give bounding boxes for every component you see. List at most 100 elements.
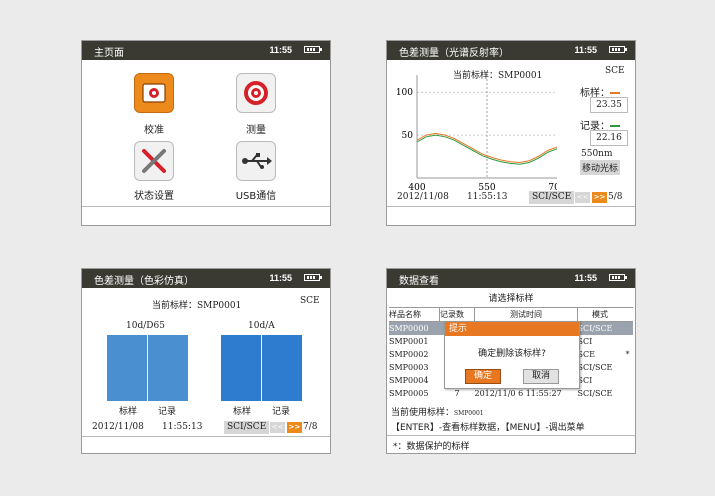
status-bar — [387, 206, 635, 225]
footnote: *：数据保护的标样 — [393, 442, 470, 452]
menu-label-settings: 状态设置 — [134, 191, 174, 202]
row-name: SMP0005 — [389, 389, 429, 398]
column-header: 测试时间 — [474, 307, 578, 322]
next-page-button[interactable]: >> — [287, 422, 302, 433]
usb-button[interactable] — [236, 141, 276, 181]
column-header: 样品名称 — [389, 307, 440, 322]
mode-label: SCE — [605, 66, 625, 76]
illuminant-label-2: 10d/A — [248, 321, 275, 331]
select-prompt: 请选择标样 — [488, 294, 534, 304]
column-header: 记录数 — [439, 307, 475, 322]
sci-sce-toggle[interactable]: SCI/SCE — [224, 421, 270, 434]
tools-icon — [142, 149, 166, 173]
usb-icon — [242, 153, 272, 169]
measure-button[interactable] — [236, 73, 276, 113]
title-bar: 色差测量（色彩仿真） 11:55 — [82, 269, 330, 288]
cancel-button[interactable]: 取消 — [523, 369, 559, 384]
delete-confirm-dialog: 提示 确定删除该标样? 确定 取消 — [444, 321, 580, 389]
current-standard-line: 当前使用标样：SMP0001 — [391, 405, 484, 418]
record-color-swatch-1 — [148, 335, 188, 401]
clock-time: 11:55 — [574, 45, 597, 55]
record-caption-2: 记录 — [272, 407, 291, 417]
row-flag: * — [625, 350, 630, 359]
title-bar: 主页面 11:55 — [82, 41, 330, 60]
flag-header — [622, 308, 633, 322]
screen-title: 数据查看 — [399, 276, 439, 287]
move-cursor-button[interactable]: 移动光标 — [580, 160, 621, 175]
y-tick-label: 50 — [402, 131, 414, 141]
row-name: SMP0001 — [389, 337, 429, 346]
current-standard-label: 当前使用标样： — [391, 408, 455, 418]
status-bar: *：数据保护的标样 — [387, 435, 635, 453]
status-bar — [82, 436, 330, 453]
simulation-screen: 色差测量（色彩仿真） 11:55 当前标样：SMP0001 SCE 10d/D6… — [81, 268, 331, 454]
row-flag — [622, 322, 633, 336]
menu-label-usb: USB通信 — [235, 191, 277, 202]
row-mode: SCI/SCE — [577, 324, 613, 333]
prev-page-button[interactable]: << — [270, 422, 285, 433]
standard-color-swatch-2 — [221, 335, 261, 401]
calibrate-button[interactable] — [134, 73, 174, 113]
battery-icon — [304, 46, 322, 53]
record-legend-line — [610, 125, 620, 127]
y-tick-label: 100 — [396, 88, 413, 98]
date: 2012/11/08 — [92, 422, 144, 432]
prev-page-button[interactable]: << — [575, 192, 590, 203]
screen-title: 色差测量（色彩仿真） — [94, 276, 194, 287]
clock-time: 11:55 — [574, 273, 597, 283]
wavelength-readout: 550nm — [581, 149, 613, 159]
settings-button[interactable] — [134, 141, 174, 181]
reflectance-chart: 10050400550700 — [396, 75, 557, 193]
standard-value: 23.35 — [590, 97, 628, 113]
measure-target-icon — [244, 81, 268, 105]
sci-sce-toggle[interactable]: SCI/SCE — [529, 191, 575, 204]
standard-caption-2: 标样 — [233, 407, 252, 417]
calibrate-icon — [142, 83, 166, 103]
mode-label: SCE — [300, 296, 320, 306]
row-mode: SCE — [577, 350, 595, 359]
row-flag — [622, 335, 633, 348]
row-name: SMP0000 — [389, 324, 429, 333]
page-indicator: 5/8 — [608, 192, 623, 202]
row-name: SMP0002 — [389, 350, 429, 359]
data-view-screen: 数据查看 11:55 请选择标样 样品名称 记录数 测试时间 模式 SMP000… — [386, 268, 636, 454]
current-standard-value: SMP0001 — [454, 410, 484, 417]
current-standard: 当前标样：SMP0001 — [152, 301, 242, 311]
clock: 11:55:13 — [162, 422, 203, 432]
battery-icon — [304, 274, 322, 281]
clock-time: 11:55 — [269, 45, 292, 55]
dialog-message: 确定删除该标样? — [478, 349, 546, 359]
row-name: SMP0004 — [389, 376, 429, 385]
standard-color-swatch-1 — [107, 335, 147, 401]
next-page-button[interactable]: >> — [592, 192, 607, 203]
standard-legend-line — [610, 92, 620, 94]
record-caption-1: 记录 — [158, 407, 177, 417]
standard-caption-1: 标样 — [119, 407, 138, 417]
row-flag — [622, 374, 633, 387]
clock-time: 11:55 — [269, 273, 292, 283]
main-menu-screen: 主页面 11:55 校准 测量 状态设置 USB通信 — [81, 40, 331, 226]
confirm-button[interactable]: 确定 — [465, 369, 501, 384]
row-name: SMP0003 — [389, 363, 429, 372]
screen-title: 色差测量（光谱反射率） — [399, 48, 509, 59]
reflectance-screen: 色差测量（光谱反射率） 11:55 当前标样：SMP0001 SCE 100 50… — [386, 40, 636, 226]
menu-label-calibrate: 校准 — [144, 125, 164, 136]
status-bar — [82, 206, 330, 225]
table-header-row: 样品名称 记录数 测试时间 模式 — [389, 307, 633, 322]
title-bar: 色差测量（光谱反射率） 11:55 — [387, 41, 635, 60]
column-header: 模式 — [592, 310, 608, 319]
row-mode: SCI — [577, 376, 593, 385]
clock: 11:55:13 — [467, 192, 508, 202]
dialog-title: 提示 — [445, 322, 579, 336]
battery-icon — [609, 274, 627, 281]
row-mode: SCI/SCE — [577, 389, 613, 398]
record-color-swatch-2 — [262, 335, 302, 401]
illuminant-label-1: 10d/D65 — [126, 321, 165, 331]
row-flag — [622, 387, 633, 400]
menu-label-measure: 测量 — [246, 125, 266, 136]
screen-title: 主页面 — [94, 48, 124, 59]
date: 2012/11/08 — [397, 192, 449, 202]
row-mode: SCI/SCE — [577, 363, 613, 372]
key-hint: 【ENTER】-查看标样数据，【MENU】-调出菜单 — [391, 423, 585, 433]
title-bar: 数据查看 11:55 — [387, 269, 635, 288]
